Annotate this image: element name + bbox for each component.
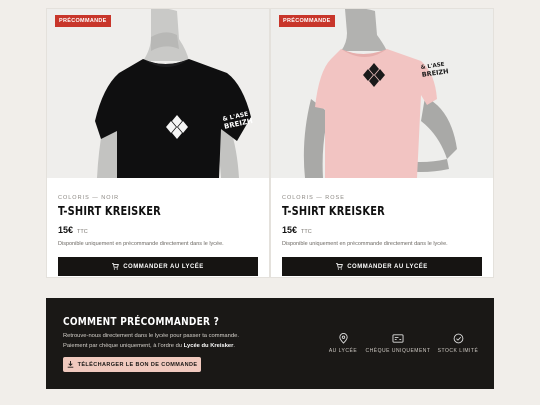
banner-description: Retrouve-nous directement dans le lycée … [63,331,239,351]
product-price: 15€ [282,225,298,235]
feature-label: AU LYCÉE [328,348,358,354]
cheque-icon [392,334,404,343]
order-button-label: COMMANDER AU LYCÉE [347,263,428,270]
how-to-preorder-banner: COMMENT PRÉCOMMANDER ? Retrouve-nous dir… [46,298,494,389]
preorder-badge: PRÉCOMMANDE [279,15,335,27]
feature-limited-stock: STOCK LIMITÉ [423,333,493,354]
feature-label: STOCK LIMITÉ [437,348,479,354]
location-pin-icon [338,333,348,344]
product-image-rose[interactable]: PRÉCOMMANDE & L'ASE BREIZH [271,9,493,178]
feature-label: CHÈQUE UNIQUEMENT [365,348,431,354]
banner-line-1: Retrouve-nous directement dans le lycée … [63,333,239,339]
preorder-badge: PRÉCOMMANDE [55,15,111,27]
download-order-form-button[interactable]: TÉLÉCHARGER LE BON DE COMMANDE [63,357,201,372]
banner-line-2: Paiement par chèque uniquement, à l'ordr… [63,343,236,349]
product-color-label: COLORIS — NOIR [58,195,120,201]
product-title[interactable]: T-SHIRT KREISKER [282,204,446,218]
order-at-school-button[interactable]: COMMANDER AU LYCÉE [58,257,258,276]
download-button-label: TÉLÉCHARGER LE BON DE COMMANDE [77,361,198,368]
product-price: 15€ [58,225,74,235]
mannequin-black-shirt: & L'ASE BREIZH [47,9,269,178]
product-card-noir[interactable]: PRÉCOMMANDE & L'ASE BREIZH COLORIS — NOI… [46,8,270,278]
product-image-noir[interactable]: PRÉCOMMANDE & L'ASE BREIZH [47,9,269,178]
cart-icon [336,263,344,270]
price-ttc-label: TTC [77,229,88,235]
availability-note: Disponible uniquement en précommande dir… [282,241,448,247]
check-circle-icon [453,333,463,344]
order-button-label: COMMANDER AU LYCÉE [123,263,204,270]
cart-icon [112,263,120,270]
availability-note: Disponible uniquement en précommande dir… [58,241,224,247]
download-icon [67,361,73,368]
price-ttc-label: TTC [301,229,312,235]
banner-title: COMMENT PRÉCOMMANDER ? [63,315,220,328]
school-name: Lycée du Kreisker [183,343,234,349]
product-title[interactable]: T-SHIRT KREISKER [58,204,222,218]
product-color-label: COLORIS — ROSE [282,195,345,201]
product-card-rose[interactable]: PRÉCOMMANDE & L'ASE BREIZH COLORIS — ROS… [270,8,494,278]
mannequin-pink-shirt: & L'ASE BREIZH [271,9,493,178]
order-at-school-button[interactable]: COMMANDER AU LYCÉE [282,257,482,276]
